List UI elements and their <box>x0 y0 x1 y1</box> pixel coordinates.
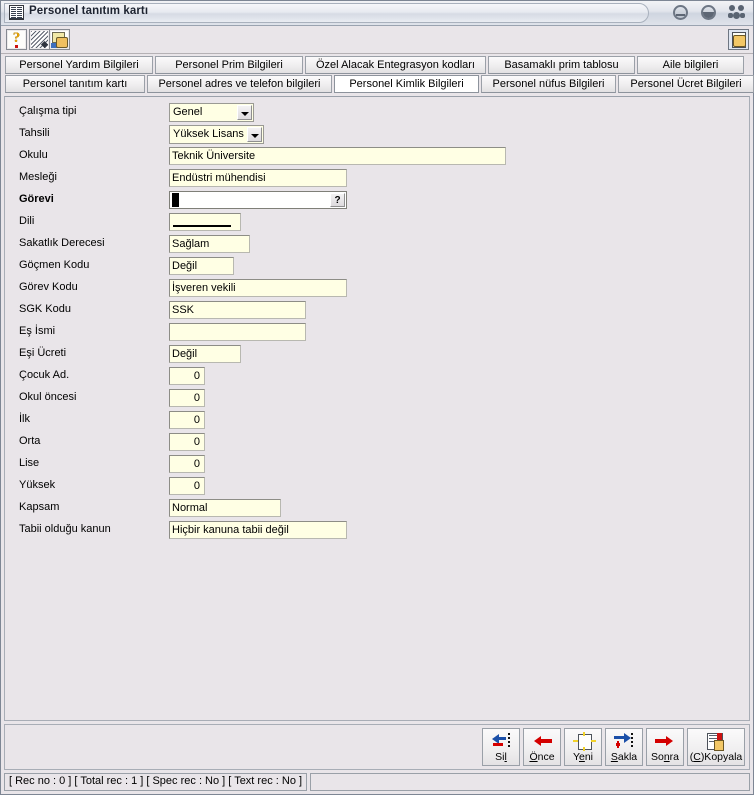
gocmen-kodu-input[interactable]: Değil <box>169 257 234 275</box>
label-esi-ucreti: Eşi Ücreti <box>19 347 67 359</box>
dili-underline <box>173 225 231 227</box>
label-gorev-kodu: Görev Kodu <box>19 281 78 293</box>
label-calisma-tipi: Çalışma tipi <box>19 105 77 117</box>
label-ilk: İlk <box>19 413 30 425</box>
cocuk-adedi-input[interactable]: 0 <box>169 367 205 385</box>
label-kapsam: Kapsam <box>19 501 60 513</box>
dili-input[interactable] <box>169 213 241 231</box>
yeni-button-label: Yeni <box>572 751 594 763</box>
tab-personel-ucret-bilgileri[interactable]: Personel Ücret Bilgileri <box>618 75 754 93</box>
once-button[interactable]: Önce <box>523 728 561 766</box>
label-cocuk-adedi: Çocuk Ad. <box>19 369 70 381</box>
yeni-button[interactable]: Yeni <box>564 728 602 766</box>
tab-ozel-alacak-entegrasyon-kodlari[interactable]: Özel Alacak Entegrasyon kodları <box>305 56 486 74</box>
sil-button-label: Sil <box>495 751 507 763</box>
new-record-icon <box>565 732 601 751</box>
sonra-button-label: Sonra <box>650 751 680 763</box>
tabii-oldugu-kanun-input[interactable]: Hiçbir kanuna tabii değil <box>169 521 347 539</box>
gorevi-input[interactable]: ? <box>169 191 347 209</box>
label-es-ismi: Eş İsmi <box>19 325 56 337</box>
label-sakatlik-derecesi: Sakatlık Derecesi <box>19 237 105 249</box>
tab-row-2: Personel tanıtım kartı Personel adres ve… <box>3 75 754 93</box>
kopyala-button-label: (C)Kopyala <box>689 751 743 763</box>
sil-button[interactable]: Sil <box>482 728 520 766</box>
tab-personel-kimlik-bilgileri[interactable]: Personel Kimlik Bilgileri <box>334 75 479 93</box>
label-tabii-oldugu-kanun: Tabii olduğu kanun <box>19 523 111 535</box>
tab-bar: Personel Yardım Bilgileri Personel Prim … <box>1 54 754 94</box>
toolbar: ? <box>1 26 753 54</box>
tab-personel-prim-bilgileri[interactable]: Personel Prim Bilgileri <box>155 56 303 74</box>
record-navigation-buttons: Sil Önce Yeni Sakla Sonra (C)Kopyala <box>482 728 745 766</box>
okulu-input[interactable]: Teknik Üniversite <box>169 147 506 165</box>
minimize-button[interactable] <box>671 3 691 23</box>
label-gocmen-kodu: Göçmen Kodu <box>19 259 90 271</box>
calisma-tipi-value: Genel <box>173 106 203 118</box>
previous-record-icon <box>524 732 560 750</box>
tab-basamakli-prim-tablosu[interactable]: Basamaklı prim tablosu <box>488 56 635 74</box>
tahsili-combo[interactable]: Yüksek Lisans <box>169 125 264 144</box>
label-yuksek: Yüksek <box>19 479 56 491</box>
label-sgk-kodu: SGK Kodu <box>19 303 71 315</box>
tab-personel-adres-ve-telefon-bilgileri[interactable]: Personel adres ve telefon bilgileri <box>147 75 332 93</box>
edit-icon[interactable] <box>29 29 50 50</box>
label-okul-oncesi: Okul öncesi <box>19 391 77 403</box>
tab-row-1: Personel Yardım Bilgileri Personel Prim … <box>3 56 751 74</box>
meslegi-input[interactable]: Endüstri mühendisi <box>169 169 347 187</box>
title-bar: Personel tanıtım kartı <box>1 1 753 26</box>
gorevi-lookup-button[interactable]: ? <box>330 193 345 207</box>
tab-aile-bilgileri[interactable]: Aile bilgileri <box>637 56 744 74</box>
label-gorevi: Görevi <box>19 193 54 205</box>
maximize-button[interactable] <box>699 3 719 23</box>
save-record-icon <box>606 732 642 750</box>
window-controls <box>671 2 747 24</box>
status-record-info: [ Rec no : 0 ] [ Total rec : 1 ] [ Spec … <box>4 773 308 791</box>
lise-input[interactable]: 0 <box>169 455 205 473</box>
print-icon[interactable] <box>49 29 70 50</box>
tab-personel-yardim-bilgileri[interactable]: Personel Yardım Bilgileri <box>5 56 153 74</box>
sakla-button[interactable]: Sakla <box>605 728 643 766</box>
label-okulu: Okulu <box>19 149 48 161</box>
kopyala-button[interactable]: (C)Kopyala <box>687 728 745 766</box>
chevron-down-icon[interactable] <box>237 105 252 120</box>
label-lise: Lise <box>19 457 40 469</box>
form-panel: Çalışma tipi Genel Tahsili Yüksek Lisans… <box>4 96 750 721</box>
gorev-kodu-input[interactable]: İşveren vekili <box>169 279 347 297</box>
close-button[interactable] <box>727 3 747 23</box>
record-navigation-panel: Sil Önce Yeni Sakla Sonra (C)Kopyala <box>4 724 750 770</box>
window-title: Personel tanıtım kartı <box>29 5 149 17</box>
es-ismi-input[interactable] <box>169 323 306 341</box>
copy-record-icon <box>688 732 744 751</box>
status-bar: [ Rec no : 0 ] [ Total rec : 1 ] [ Spec … <box>4 773 750 791</box>
next-record-icon <box>647 732 683 750</box>
delete-record-icon <box>483 732 519 750</box>
export-icon[interactable] <box>728 29 749 50</box>
label-dili: Dili <box>19 215 35 227</box>
esi-ucreti-input[interactable]: Değil <box>169 345 241 363</box>
label-meslegi: Mesleği <box>19 171 57 183</box>
calisma-tipi-combo[interactable]: Genel <box>169 103 254 122</box>
yuksek-input[interactable]: 0 <box>169 477 205 495</box>
label-orta: Orta <box>19 435 41 447</box>
sonra-button[interactable]: Sonra <box>646 728 684 766</box>
sakla-button-label: Sakla <box>610 751 638 763</box>
tab-personel-tanitim-karti[interactable]: Personel tanıtım kartı <box>5 75 145 93</box>
application-window: Personel tanıtım kartı ? Personel Yardım… <box>0 0 754 795</box>
okul-oncesi-input[interactable]: 0 <box>169 389 205 407</box>
tahsili-value: Yüksek Lisans <box>173 128 244 140</box>
text-cursor <box>172 193 179 207</box>
personnel-card-icon <box>9 5 24 20</box>
sakatlik-derecesi-input[interactable]: Sağlam <box>169 235 250 253</box>
label-tahsili: Tahsili <box>19 127 50 139</box>
status-message <box>310 773 750 791</box>
ilk-input[interactable]: 0 <box>169 411 205 429</box>
once-button-label: Önce <box>529 751 555 763</box>
tab-personel-nufus-bilgileri[interactable]: Personel nüfus Bilgileri <box>481 75 616 93</box>
kapsam-input[interactable]: Normal <box>169 499 281 517</box>
sgk-kodu-input[interactable]: SSK <box>169 301 306 319</box>
help-icon[interactable]: ? <box>6 29 27 50</box>
orta-input[interactable]: 0 <box>169 433 205 451</box>
chevron-down-icon[interactable] <box>247 127 262 142</box>
